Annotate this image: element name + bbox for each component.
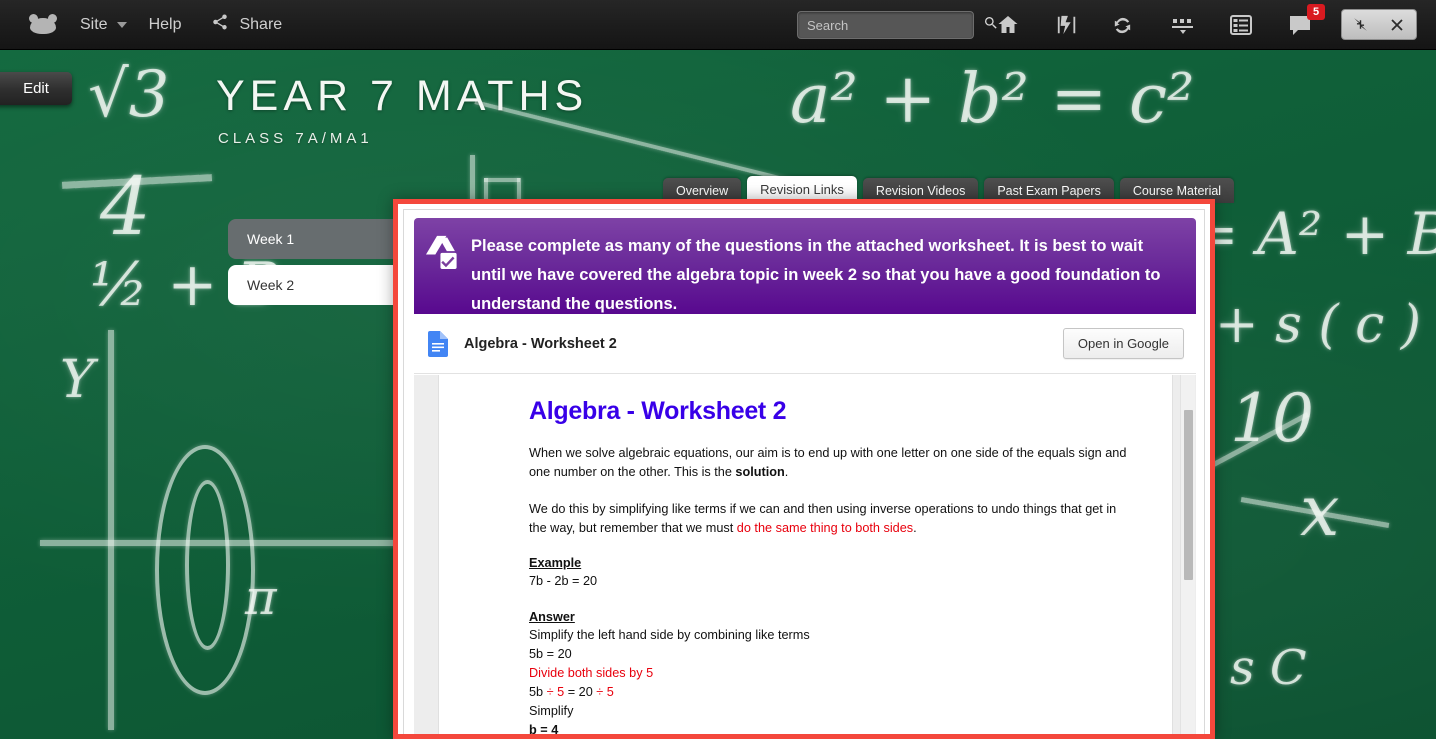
site-menu-button[interactable]: Site	[80, 16, 108, 34]
ans4-b: = 20	[564, 685, 597, 699]
vertical-scrollbar[interactable]	[1180, 375, 1195, 734]
chalk-stroke	[484, 178, 520, 182]
share-label: Share	[239, 15, 283, 33]
answer-line-2: 5b = 20	[529, 647, 572, 661]
ans4-red2: ÷ 5	[596, 685, 614, 699]
open-in-google-button[interactable]: Open in Google	[1062, 328, 1184, 359]
answer-line-6: b = 4	[529, 723, 559, 737]
chalk-letter: Y	[60, 350, 95, 410]
ans4-a: 5b	[529, 685, 547, 699]
example-heading: Example	[529, 556, 582, 570]
google-doc-icon	[428, 330, 448, 357]
page-title: YEAR 7 MATHS	[216, 72, 589, 120]
banner-message: Please complete as many of the questions…	[471, 237, 1161, 313]
document-page: Algebra - Worksheet 2 When we solve alge…	[438, 375, 1173, 737]
notification-badge: 5	[1307, 4, 1325, 20]
document-paragraph-2: We do this by simplifying like terms if …	[529, 500, 1132, 538]
refresh-sync-icon[interactable]	[1107, 10, 1137, 40]
doc-p2-red: do the same thing to both sides	[736, 521, 914, 535]
share-icon	[211, 13, 229, 36]
doc-p1-text-b: .	[784, 465, 789, 479]
search-input[interactable]	[798, 17, 983, 33]
chalk-equation: = A² + B² + C²	[1190, 200, 1436, 268]
worksheet-modal: Please complete as many of the questions…	[393, 199, 1215, 739]
window-controls	[1341, 9, 1417, 40]
frog-logo-icon[interactable]	[28, 13, 58, 36]
answer-line-4: 5b ÷ 5 = 20 ÷ 5	[529, 683, 1132, 702]
chalk-axis	[108, 330, 114, 730]
answer-line-1: Simplify the left hand side by combining…	[529, 628, 810, 642]
file-name-label: Algebra - Worksheet 2	[464, 335, 617, 352]
chalk-number: 4	[100, 160, 151, 253]
page-subtitle: CLASS 7A/MA1	[218, 130, 373, 147]
chevron-down-icon[interactable]	[116, 21, 127, 28]
chalk-equation: √3	[88, 58, 170, 132]
document-title: Algebra - Worksheet 2	[529, 397, 787, 425]
top-navigation-bar: Site Help Share Search 5	[0, 0, 1436, 50]
chalk-curve	[185, 480, 230, 650]
example-equation: 7b - 2b = 20	[529, 574, 598, 588]
modal-inner-panel: Please complete as many of the questions…	[403, 209, 1205, 737]
ans4-red1: ÷ 5	[546, 685, 565, 699]
doc-p2-text-b: .	[913, 521, 917, 535]
tasks-list-icon[interactable]	[1226, 10, 1256, 40]
google-drive-icon	[426, 235, 457, 269]
document-preview: Algebra - Worksheet 2 When we solve alge…	[414, 375, 1196, 737]
search-box[interactable]	[797, 11, 997, 39]
help-button[interactable]: Help	[149, 16, 182, 34]
chalk-letter: s C	[1230, 640, 1307, 696]
assignment-banner: Please complete as many of the questions…	[414, 218, 1196, 314]
chalk-equation: + s ( c )	[1215, 295, 1422, 355]
attached-file-row: Algebra - Worksheet 2 Open in Google	[414, 314, 1196, 374]
answer-line-3: Divide both sides by 5	[529, 666, 654, 680]
share-button[interactable]: Share	[211, 13, 282, 36]
scrollbar-thumb[interactable]	[1184, 410, 1193, 580]
document-paragraph-1: When we solve algebraic equations, our a…	[529, 444, 1132, 482]
chalk-equation: a² + b² = c²	[790, 60, 1195, 139]
edit-button[interactable]: Edit	[0, 72, 72, 105]
answer-heading: Answer	[529, 610, 575, 624]
minimize-arrows-icon[interactable]	[1352, 16, 1369, 33]
answer-line-5: Simplify	[529, 704, 574, 718]
doc-p1-bold: solution	[735, 465, 785, 479]
lightning-icon[interactable]	[1052, 10, 1082, 40]
close-x-icon[interactable]	[1388, 16, 1406, 34]
dropdown-dots-icon[interactable]	[1168, 10, 1198, 40]
home-icon[interactable]	[993, 10, 1023, 40]
doc-p1-text-a: When we solve algebraic equations, our a…	[529, 446, 1127, 479]
